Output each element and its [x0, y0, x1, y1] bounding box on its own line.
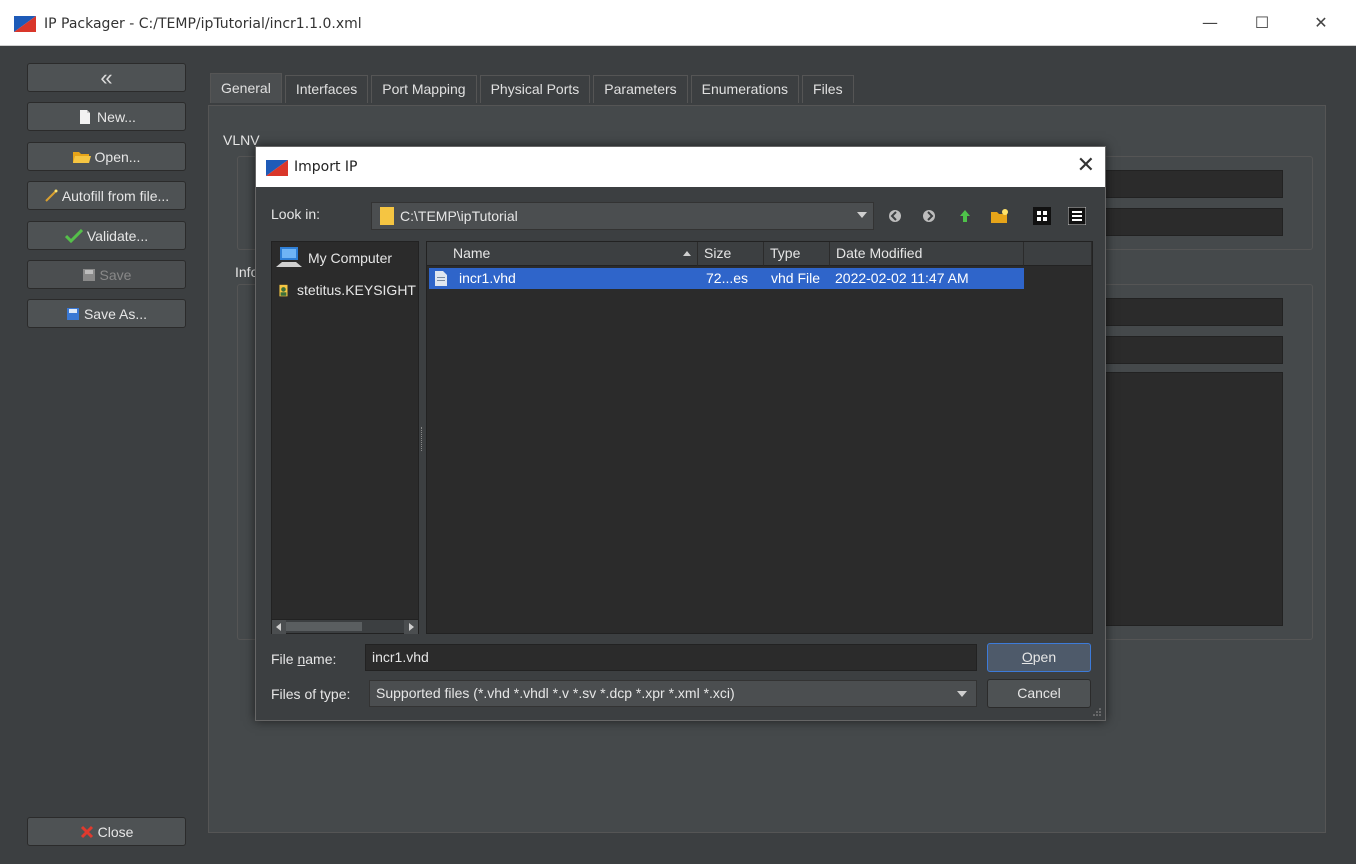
file-name-input[interactable]: incr1.vhd: [365, 644, 977, 671]
new-button-label: New...: [97, 108, 136, 125]
vlnv-vendor-field[interactable]: [1105, 170, 1283, 198]
column-header-name[interactable]: Name: [427, 242, 698, 266]
place-label: stetitus.KEYSIGHT: [296, 282, 416, 298]
column-header-filler: [1024, 242, 1092, 266]
new-button[interactable]: New...: [27, 102, 186, 131]
files-of-type-value: Supported files (*.vhd *.vhdl *.v *.sv *…: [376, 685, 735, 701]
cancel-button[interactable]: Cancel: [987, 679, 1091, 708]
column-header-size[interactable]: Size: [698, 242, 764, 266]
column-name-label: Name: [453, 245, 491, 261]
checkmark-icon: [64, 228, 83, 243]
open-file-button[interactable]: Open: [987, 643, 1091, 672]
dialog-logo-icon: [266, 160, 288, 176]
file-name-cell: incr1.vhd: [459, 270, 516, 286]
look-in-label: Look in:: [271, 206, 321, 222]
validate-button-label: Validate...: [86, 227, 149, 244]
folder-icon: [380, 207, 394, 225]
sort-ascending-icon: [683, 251, 691, 256]
tab-files[interactable]: Files: [802, 75, 854, 103]
open-button-label: Open...: [94, 148, 141, 165]
minimize-button[interactable]: —: [1190, 8, 1230, 38]
column-type-label: Type: [770, 245, 801, 261]
tab-parameters[interactable]: Parameters: [593, 75, 688, 103]
dialog-title: Import IP: [294, 159, 358, 175]
import-ip-dialog: Import IP ✕ Look in: C:\TEMP\ipTutorial: [255, 146, 1106, 721]
file-name-label: File name:: [271, 651, 337, 667]
place-label: My Computer: [308, 250, 393, 266]
info-name-field[interactable]: [1105, 298, 1283, 326]
file-type-cell: vhd File: [771, 270, 821, 286]
column-header-type[interactable]: Type: [764, 242, 830, 266]
places-panel: My Computer stetitus.KEYSIGHT: [271, 241, 419, 634]
file-size-cell: 72...es: [706, 270, 749, 286]
dialog-titlebar: Import IP ✕: [256, 147, 1105, 187]
collapse-icon: «: [100, 64, 113, 90]
file-icon: [435, 271, 447, 286]
look-in-combo[interactable]: C:\TEMP\ipTutorial: [371, 202, 874, 230]
user-folder-icon: [279, 284, 288, 297]
info-description-field[interactable]: [1105, 372, 1283, 626]
chevron-down-icon: [857, 212, 867, 218]
save-button[interactable]: Save: [27, 260, 186, 289]
column-date-label: Date Modified: [836, 245, 923, 261]
magic-wand-icon: [45, 189, 58, 202]
tab-general[interactable]: General: [210, 73, 282, 103]
look-in-value: C:\TEMP\ipTutorial: [400, 208, 518, 224]
files-of-type-label: Files of type:: [271, 686, 351, 702]
chevron-down-icon: [957, 691, 967, 697]
up-folder-icon[interactable]: [955, 206, 975, 226]
dialog-close-button[interactable]: ✕: [1077, 153, 1095, 178]
autofill-button-label: Autofill from file...: [61, 187, 170, 204]
new-folder-icon[interactable]: [990, 206, 1010, 226]
files-of-type-combo[interactable]: Supported files (*.vhd *.vhdl *.v *.sv *…: [369, 680, 977, 707]
forward-icon[interactable]: [919, 206, 939, 226]
resize-grip-icon[interactable]: [1091, 706, 1101, 716]
panel-splitter[interactable]: [421, 427, 424, 451]
save-icon: [82, 268, 95, 281]
close-button[interactable]: Close: [27, 817, 186, 846]
folder-open-icon: [72, 151, 91, 163]
vlnv-name-field[interactable]: [1105, 208, 1283, 236]
app-logo-icon: [14, 16, 36, 32]
close-x-icon: [80, 825, 93, 838]
tab-port-mapping[interactable]: Port Mapping: [371, 75, 477, 103]
window-close-button[interactable]: ✕: [1301, 8, 1341, 38]
collapse-button[interactable]: «: [27, 63, 186, 92]
close-button-label: Close: [97, 823, 134, 840]
place-user-home[interactable]: stetitus.KEYSIGHT: [276, 276, 416, 304]
column-size-label: Size: [704, 245, 732, 261]
place-my-computer[interactable]: My Computer: [276, 244, 416, 272]
file-row[interactable]: incr1.vhd 72...es vhd File 2022-02-02 11…: [429, 268, 1024, 289]
window-titlebar: IP Packager - C:/TEMP/ipTutorial/incr1.1…: [0, 0, 1356, 46]
file-list: Name Size Type Date Modified incr1.vhd 7…: [426, 241, 1093, 634]
new-file-icon: [80, 109, 91, 124]
validate-button[interactable]: Validate...: [27, 221, 186, 250]
scroll-thumb[interactable]: [286, 622, 362, 631]
tab-bar: General Interfaces Port Mapping Physical…: [210, 73, 857, 105]
column-header-date-modified[interactable]: Date Modified: [830, 242, 1024, 266]
open-button[interactable]: Open...: [27, 142, 186, 171]
tab-enumerations[interactable]: Enumerations: [690, 75, 800, 103]
scroll-right-icon[interactable]: [404, 620, 418, 634]
computer-icon: [276, 247, 302, 267]
save-as-button[interactable]: Save As...: [27, 299, 186, 328]
tab-physical-ports[interactable]: Physical Ports: [479, 75, 591, 103]
window-title: IP Packager - C:/TEMP/ipTutorial/incr1.1…: [44, 16, 362, 32]
save-as-button-label: Save As...: [83, 305, 148, 322]
main-area: « New... Open... Autofill from file... V…: [0, 47, 1356, 864]
autofill-button[interactable]: Autofill from file...: [27, 181, 186, 210]
scroll-left-icon[interactable]: [272, 620, 286, 634]
list-view-icon[interactable]: [1032, 206, 1052, 226]
file-date-cell: 2022-02-02 11:47 AM: [835, 270, 969, 286]
places-horizontal-scrollbar[interactable]: [272, 619, 418, 634]
info-category-field[interactable]: [1105, 336, 1283, 364]
tab-interfaces[interactable]: Interfaces: [284, 75, 369, 103]
save-as-icon: [66, 307, 79, 320]
details-view-icon[interactable]: [1067, 206, 1087, 226]
back-icon[interactable]: [885, 206, 905, 226]
maximize-button[interactable]: ☐: [1242, 8, 1282, 38]
save-button-label: Save: [99, 266, 132, 283]
